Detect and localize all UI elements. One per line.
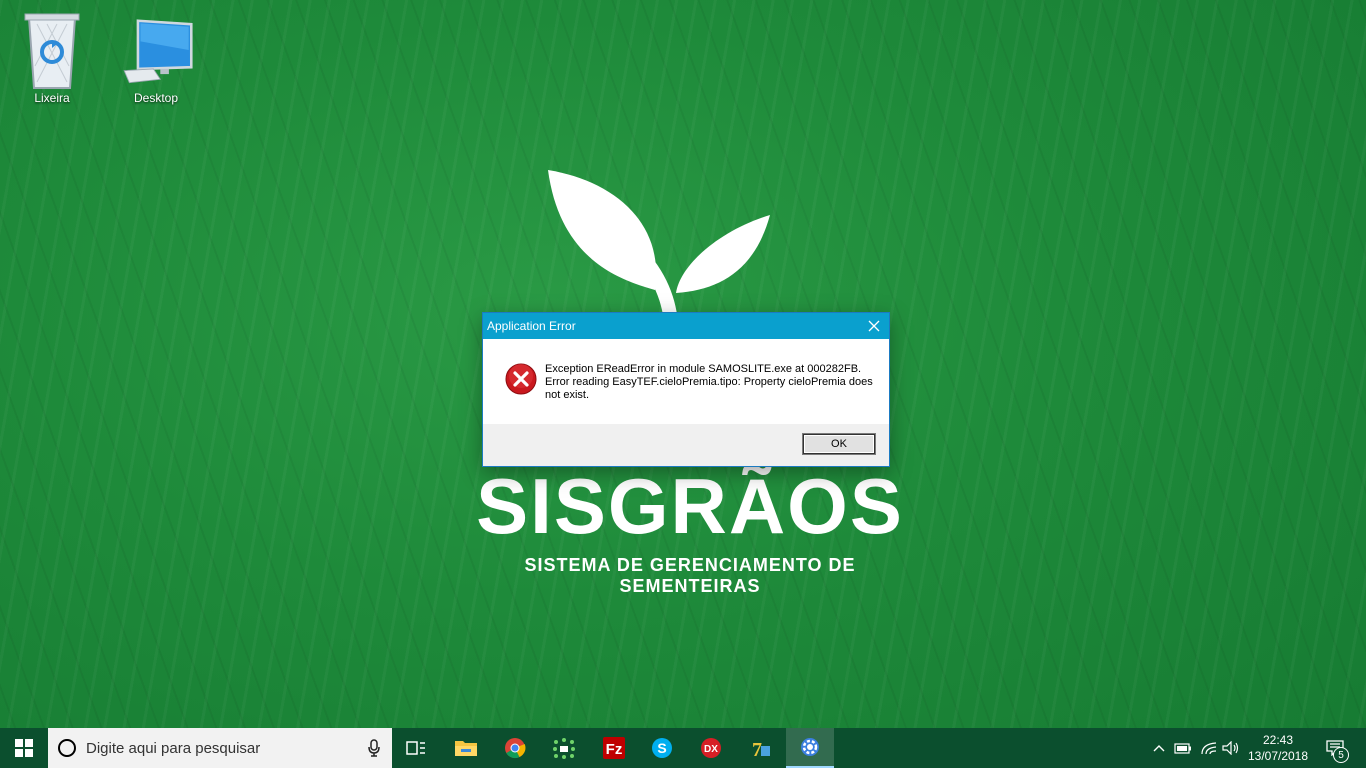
gear-icon xyxy=(801,738,819,756)
ok-button[interactable]: OK xyxy=(803,434,875,454)
windows-icon xyxy=(15,739,33,757)
filezilla-icon: Fz xyxy=(603,737,625,759)
show-hidden-icons-button[interactable] xyxy=(1150,728,1168,768)
svg-text:7: 7 xyxy=(752,739,762,760)
logo-title: SISGRÃOS xyxy=(476,462,904,550)
dialog-title: Application Error xyxy=(487,319,576,333)
svg-text:Fz: Fz xyxy=(606,741,623,758)
recycle-bin-icon xyxy=(15,10,89,90)
network-button[interactable] xyxy=(1198,728,1220,768)
close-button[interactable] xyxy=(859,313,889,339)
skype-icon: S xyxy=(652,738,672,758)
close-icon xyxy=(868,320,880,332)
battery-button[interactable] xyxy=(1172,728,1194,768)
dialog-content: Exception EReadError in module SAMOSLITE… xyxy=(483,339,889,423)
wifi-icon xyxy=(1201,742,1217,755)
desktop: Lixeira Desktop SISGRÃOS SISTEMA DE GERE… xyxy=(0,0,1366,728)
battery-icon xyxy=(1174,743,1191,754)
dialog-titlebar[interactable]: Application Error xyxy=(483,313,889,339)
filezilla-button[interactable]: Fz xyxy=(590,728,638,768)
logo-subtitle: SISTEMA DE GERENCIAMENTO DE SEMENTEIRAS xyxy=(524,555,856,596)
skype-button[interactable]: S xyxy=(638,728,686,768)
svg-text:DX: DX xyxy=(704,744,718,755)
7zip-button[interactable]: 7 xyxy=(736,728,784,768)
svg-text:S: S xyxy=(657,740,666,756)
search-box[interactable]: Digite aqui para pesquisar xyxy=(48,728,392,768)
clock[interactable]: 22:43 13/07/2018 xyxy=(1236,728,1320,768)
desktop-icon-label: Desktop xyxy=(133,91,179,105)
task-view-button[interactable] xyxy=(392,728,440,768)
desktop-icon-label: Lixeira xyxy=(34,91,70,105)
settings-button[interactable] xyxy=(786,728,834,768)
task-view-icon xyxy=(406,741,425,755)
desktop-icon-desktop[interactable]: Desktop xyxy=(111,10,201,105)
desktop-icon-recycle-bin[interactable]: Lixeira xyxy=(7,10,97,105)
dx-icon: DX xyxy=(701,738,721,758)
microphone-icon[interactable] xyxy=(368,739,380,757)
cortana-icon xyxy=(58,739,76,757)
green-app-button[interactable] xyxy=(540,728,588,768)
error-message: Exception EReadError in module SAMOSLITE… xyxy=(545,363,873,401)
grid-app-icon xyxy=(553,738,575,759)
notification-badge: 5 xyxy=(1333,747,1349,763)
chrome-button[interactable] xyxy=(491,728,539,768)
file-explorer-button[interactable] xyxy=(442,728,490,768)
dx-button[interactable]: DX xyxy=(687,728,735,768)
dialog-footer: OK xyxy=(483,424,889,466)
error-icon xyxy=(505,363,537,395)
search-placeholder: Digite aqui para pesquisar xyxy=(86,739,261,757)
7zip-icon: 7 xyxy=(752,739,770,760)
taskbar: Digite aqui para pesquisar Fz S DX 7 22:… xyxy=(0,728,1366,768)
start-button[interactable] xyxy=(0,728,48,768)
application-error-dialog: Application Error Exception EReadError i… xyxy=(482,312,890,467)
monitor-icon xyxy=(119,10,193,90)
chrome-icon xyxy=(505,738,526,759)
clock-time: 22:43 xyxy=(1262,733,1294,747)
chevron-up-icon xyxy=(1153,745,1165,752)
folder-icon xyxy=(455,741,477,756)
clock-date: 13/07/2018 xyxy=(1247,749,1309,763)
